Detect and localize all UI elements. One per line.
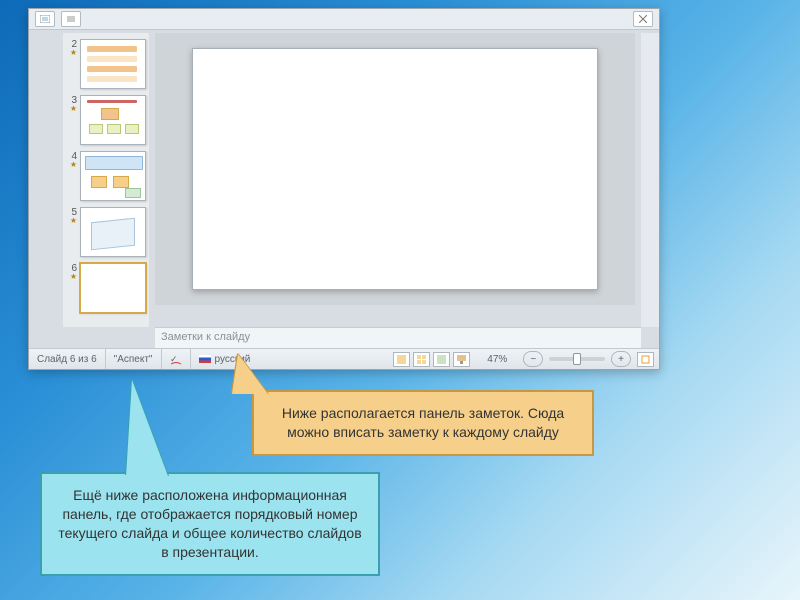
animation-star-icon: ★	[63, 272, 80, 281]
callout-text: Ниже располагается панель заметок. Сюда …	[282, 405, 564, 440]
powerpoint-window: 2 ★ 3 ★ 4	[28, 8, 660, 370]
notes-pane[interactable]: Заметки к слайду	[155, 327, 641, 349]
slide-editor-stage[interactable]	[155, 33, 635, 305]
animation-star-icon: ★	[63, 104, 80, 113]
callout-status-bar: Ещё ниже расположена информационная пане…	[40, 472, 380, 576]
slides-tab-button[interactable]	[35, 11, 55, 27]
callout-text: Ещё ниже расположена информационная пане…	[58, 487, 361, 560]
view-buttons-group	[384, 349, 479, 369]
status-bar: Слайд 6 из 6 "Аспект" ✓ русский 47% − +	[29, 348, 659, 369]
thumbnail-3[interactable]: 3 ★	[63, 95, 149, 145]
spellcheck-button[interactable]: ✓	[162, 349, 191, 369]
thumbnail-5[interactable]: 5 ★	[63, 207, 149, 257]
animation-star-icon: ★	[63, 160, 80, 169]
callout-notes-panel: Ниже располагается панель заметок. Сюда …	[252, 390, 594, 456]
theme-name[interactable]: "Аспект"	[106, 349, 162, 369]
notes-placeholder-text: Заметки к слайду	[161, 331, 250, 343]
slide-counter[interactable]: Слайд 6 из 6	[29, 349, 106, 369]
animation-star-icon: ★	[63, 216, 80, 225]
vertical-scrollbar[interactable]	[641, 33, 659, 327]
thumbnail-2[interactable]: 2 ★	[63, 39, 149, 89]
pane-tab-bar	[29, 9, 659, 30]
zoom-percent[interactable]: 47%	[479, 349, 515, 369]
slideshow-view-button[interactable]	[453, 352, 470, 367]
close-pane-button[interactable]	[633, 11, 653, 27]
flag-ru-icon	[199, 355, 211, 363]
slide-thumbnails-panel[interactable]: 2 ★ 3 ★ 4	[63, 33, 149, 327]
zoom-controls: − +	[515, 349, 659, 369]
thumbnail-4[interactable]: 4 ★	[63, 151, 149, 201]
zoom-slider[interactable]	[549, 357, 605, 361]
reading-view-button[interactable]	[433, 352, 450, 367]
zoom-out-button[interactable]: −	[523, 351, 543, 367]
thumbnail-6[interactable]: 6 ★	[63, 263, 149, 313]
outline-tab-button[interactable]	[61, 11, 81, 27]
slide-canvas[interactable]	[192, 48, 597, 289]
sorter-view-button[interactable]	[413, 352, 430, 367]
normal-view-button[interactable]	[393, 352, 410, 367]
spellcheck-icon: ✓	[170, 353, 182, 365]
fit-to-window-button[interactable]	[637, 352, 654, 367]
zoom-in-button[interactable]: +	[611, 351, 631, 367]
thumbnail-gutter	[33, 33, 61, 327]
animation-star-icon: ★	[63, 48, 80, 57]
